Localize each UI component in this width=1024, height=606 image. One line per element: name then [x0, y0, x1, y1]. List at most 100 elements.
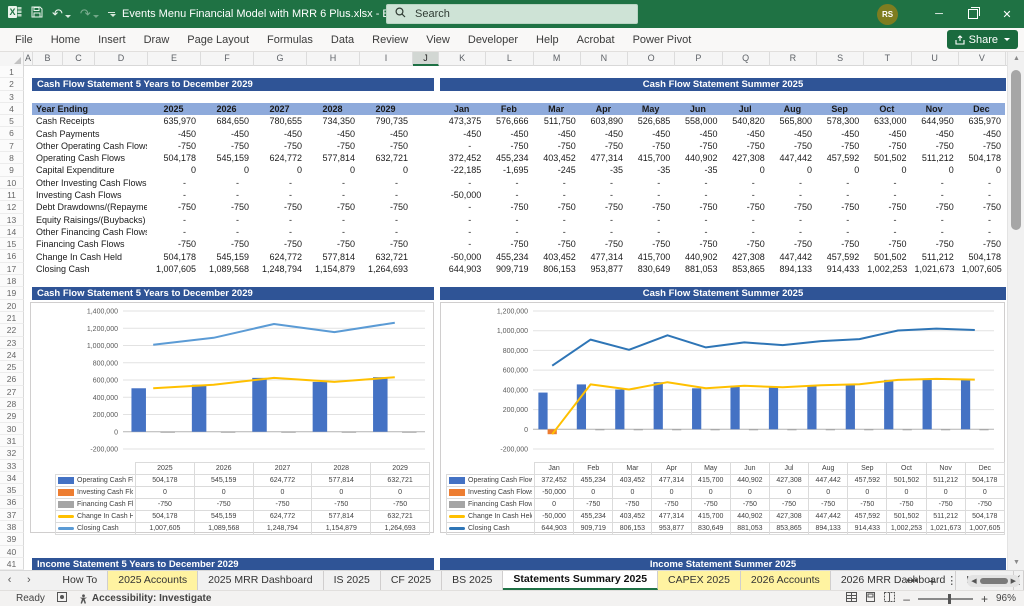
- row-header[interactable]: 7: [0, 139, 24, 153]
- row-header[interactable]: 17: [0, 262, 24, 276]
- statement-cell[interactable]: 576,666: [485, 115, 532, 127]
- statement-cell[interactable]: -: [200, 214, 253, 226]
- statement-cell[interactable]: 473,375: [438, 115, 485, 127]
- statement-cell[interactable]: -: [580, 214, 627, 226]
- statement-cell[interactable]: 477,314: [580, 251, 627, 263]
- statement-cell[interactable]: -450: [958, 128, 1005, 140]
- statement-cell[interactable]: 578,300: [816, 115, 863, 127]
- statement-cell[interactable]: -450: [359, 128, 412, 140]
- gap-cell[interactable]: [412, 128, 438, 140]
- statement-cell[interactable]: 415,700: [627, 152, 674, 164]
- statement-cell[interactable]: -450: [253, 128, 306, 140]
- statement-cell[interactable]: 501,502: [863, 152, 910, 164]
- statement-cell[interactable]: -: [674, 214, 721, 226]
- accessibility-status[interactable]: Accessibility: Investigate: [79, 593, 211, 604]
- statement-cell[interactable]: -: [147, 214, 200, 226]
- statement-cell[interactable]: 0: [769, 164, 816, 176]
- statement-cell[interactable]: -: [359, 189, 412, 201]
- statement-cell[interactable]: 624,772: [253, 152, 306, 164]
- row-header[interactable]: 20: [0, 299, 24, 312]
- statement-cell[interactable]: 440,902: [674, 251, 721, 263]
- sheet-tab-is-2025[interactable]: IS 2025: [324, 571, 381, 590]
- statement-cell[interactable]: -750: [306, 140, 359, 152]
- statement-cell[interactable]: 635,970: [147, 115, 200, 127]
- ribbon-tab-help[interactable]: Help: [527, 29, 568, 52]
- statement-cell[interactable]: -750: [253, 140, 306, 152]
- statement-cell[interactable]: -450: [580, 128, 627, 140]
- row-label-cell[interactable]: Operating Cash Flows: [32, 152, 147, 164]
- statement-cell[interactable]: -450: [147, 128, 200, 140]
- statement-cell[interactable]: -: [863, 177, 910, 189]
- statement-cell[interactable]: -750: [580, 201, 627, 213]
- row-header[interactable]: 33: [0, 459, 24, 472]
- statement-cell[interactable]: -750: [147, 238, 200, 250]
- column-header-l[interactable]: L: [486, 52, 534, 66]
- statement-cell[interactable]: -: [816, 189, 863, 201]
- statement-cell[interactable]: 558,000: [674, 115, 721, 127]
- statement-cell[interactable]: -750: [306, 201, 359, 213]
- month-header[interactable]: Sep: [816, 103, 864, 116]
- statement-cell[interactable]: -750: [674, 201, 721, 213]
- row-header[interactable]: 15: [0, 238, 24, 251]
- statement-cell[interactable]: -750: [958, 140, 1005, 152]
- statement-cell[interactable]: -: [769, 189, 816, 201]
- statement-cell[interactable]: -: [863, 226, 910, 238]
- statement-cell[interactable]: -750: [485, 238, 532, 250]
- row-label-cell[interactable]: Other Financing Cash Flows: [32, 226, 147, 238]
- statement-cell[interactable]: -750: [485, 140, 532, 152]
- statement-cell[interactable]: -750: [253, 238, 306, 250]
- statement-cell[interactable]: -: [580, 189, 627, 201]
- statement-cell[interactable]: 853,865: [722, 263, 769, 275]
- statement-cell[interactable]: -750: [911, 238, 958, 250]
- statement-cell[interactable]: 0: [958, 164, 1005, 176]
- ribbon-tab-home[interactable]: Home: [42, 29, 89, 52]
- statement-cell[interactable]: -: [533, 226, 580, 238]
- statement-cell[interactable]: -750: [533, 140, 580, 152]
- column-header-i[interactable]: I: [360, 52, 413, 66]
- row-header[interactable]: 19: [0, 287, 24, 300]
- column-header-q[interactable]: Q: [723, 52, 770, 66]
- statement-cell[interactable]: -: [147, 226, 200, 238]
- column-header-o[interactable]: O: [628, 52, 676, 66]
- ribbon-tab-draw[interactable]: Draw: [135, 29, 179, 52]
- statement-cell[interactable]: 1,007,605: [147, 263, 200, 275]
- statement-cell[interactable]: -: [722, 189, 769, 201]
- statement-cell[interactable]: -: [253, 177, 306, 189]
- statement-cell[interactable]: -: [580, 226, 627, 238]
- statement-cell[interactable]: 1,154,879: [306, 263, 359, 275]
- month-header[interactable]: Nov: [910, 103, 958, 116]
- gap-cell[interactable]: [412, 177, 438, 189]
- row-header[interactable]: 6: [0, 127, 24, 140]
- statement-cell[interactable]: -22,185: [438, 164, 485, 176]
- gap-cell[interactable]: [412, 189, 438, 201]
- statement-cell[interactable]: 830,649: [627, 263, 674, 275]
- row-header[interactable]: 13: [0, 213, 24, 226]
- row-header[interactable]: 41: [0, 557, 24, 570]
- statement-cell[interactable]: 455,234: [485, 152, 532, 164]
- ribbon-tab-acrobat[interactable]: Acrobat: [568, 29, 624, 52]
- statement-cell[interactable]: 577,814: [306, 152, 359, 164]
- sheet-tab-2025-accounts[interactable]: 2025 Accounts: [108, 571, 199, 590]
- gap-cell[interactable]: [412, 263, 438, 275]
- statement-cell[interactable]: -: [816, 226, 863, 238]
- column-header-n[interactable]: N: [581, 52, 628, 66]
- month-header[interactable]: Jan: [438, 103, 486, 116]
- statement-cell[interactable]: -750: [816, 238, 863, 250]
- statement-cell[interactable]: -750: [200, 140, 253, 152]
- macro-record-icon[interactable]: [56, 592, 67, 605]
- statement-cell[interactable]: 644,903: [438, 263, 485, 275]
- gap-cell[interactable]: [412, 115, 438, 127]
- statement-cell[interactable]: -750: [769, 201, 816, 213]
- statement-cell[interactable]: -: [200, 226, 253, 238]
- row-header[interactable]: 5: [0, 115, 24, 128]
- statement-cell[interactable]: 1,002,253: [863, 263, 910, 275]
- column-header-h[interactable]: H: [307, 52, 360, 66]
- statement-cell[interactable]: -750: [816, 140, 863, 152]
- statement-cell[interactable]: -: [147, 189, 200, 201]
- statement-cell[interactable]: 457,592: [816, 251, 863, 263]
- statement-cell[interactable]: 372,452: [438, 152, 485, 164]
- column-header-g[interactable]: G: [254, 52, 307, 66]
- statement-cell[interactable]: -750: [627, 238, 674, 250]
- banner-cashflow-5yr[interactable]: Cash Flow Statement 5 Years to December …: [32, 78, 434, 91]
- statement-cell[interactable]: 734,350: [306, 115, 359, 127]
